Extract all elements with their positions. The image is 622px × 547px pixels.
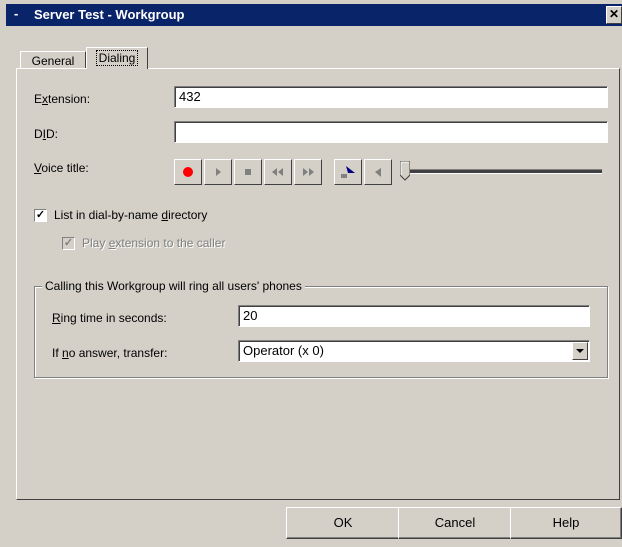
play-button[interactable] — [204, 159, 232, 185]
play-extension-checkbox[interactable]: ✓ — [62, 237, 75, 250]
voice-title-label: Voice title: — [34, 161, 89, 175]
close-button[interactable]: ✕ — [606, 6, 622, 24]
tab-general-label: General — [31, 54, 75, 68]
extension-label: Extension: — [34, 92, 91, 106]
record-icon — [183, 167, 193, 177]
system-menu-icon[interactable]: - — [14, 6, 18, 21]
ring-time-field[interactable]: 20 — [238, 305, 590, 327]
play-icon — [216, 168, 221, 176]
phone-play-button[interactable] — [364, 159, 392, 185]
dropdown-button[interactable] — [572, 342, 588, 360]
phone-record-icon — [341, 166, 355, 178]
tab-general[interactable]: General — [20, 51, 86, 69]
no-answer-select[interactable]: Operator (x 0) — [238, 340, 590, 362]
help-button[interactable]: Help — [510, 507, 622, 539]
stop-button[interactable] — [234, 159, 262, 185]
ring-group-box — [34, 286, 608, 378]
tab-dialing[interactable]: Dialing — [86, 47, 148, 69]
volume-slider-thumb[interactable] — [400, 161, 410, 181]
fast-forward-button[interactable] — [294, 159, 322, 185]
ring-time-label: Ring time in seconds: — [52, 311, 167, 325]
dialog-window: - Server Test - Workgroup ✕ General Dial… — [0, 0, 622, 547]
volume-slider-track[interactable] — [406, 169, 602, 174]
ring-group-legend: Calling this Workgroup will ring all use… — [42, 279, 305, 293]
did-label: DID: — [34, 127, 59, 141]
list-directory-checkbox[interactable]: ✓ — [34, 209, 47, 222]
list-directory-label: List in dial-by-name directory — [54, 208, 208, 222]
title-bar[interactable]: - Server Test - Workgroup ✕ — [6, 4, 622, 26]
cancel-button[interactable]: Cancel — [398, 507, 512, 539]
stop-icon — [245, 169, 251, 175]
tab-dialing-label: Dialing — [95, 50, 139, 66]
no-answer-selected: Operator (x 0) — [243, 343, 324, 358]
phone-record-button[interactable] — [334, 159, 362, 185]
ok-button[interactable]: OK — [286, 507, 400, 539]
record-button[interactable] — [174, 159, 202, 185]
rewind-button[interactable] — [264, 159, 292, 185]
window-title: Server Test - Workgroup — [34, 7, 185, 22]
extension-field[interactable]: 432 — [174, 86, 608, 108]
did-field[interactable] — [174, 121, 608, 143]
play-extension-label: Play extension to the caller — [82, 236, 226, 250]
chevron-down-icon — [576, 348, 584, 353]
phone-play-icon — [375, 168, 381, 177]
rewind-icon — [272, 168, 283, 176]
no-answer-label: If no answer, transfer: — [52, 346, 168, 360]
fast-forward-icon — [303, 168, 314, 176]
